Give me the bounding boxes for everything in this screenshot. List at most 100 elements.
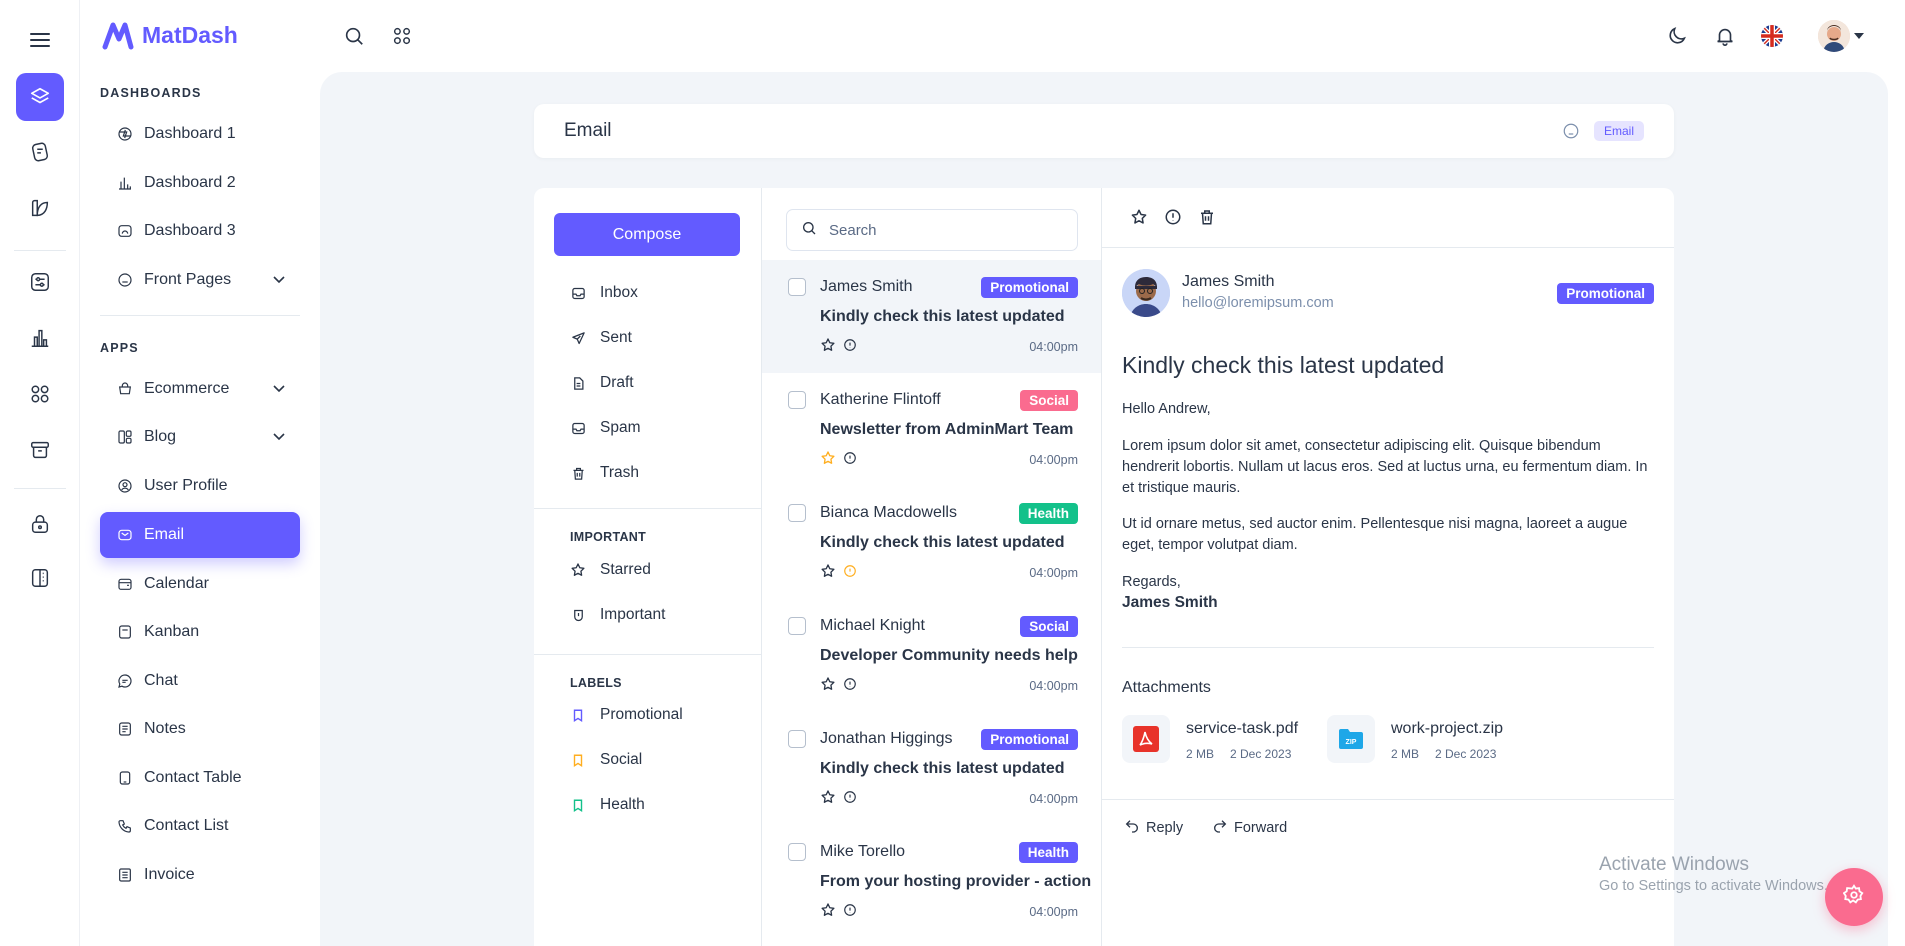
important-icon[interactable]: [843, 564, 857, 582]
sidebar-item-label: Dashboard 3: [144, 222, 236, 239]
archive-icon[interactable]: [16, 426, 64, 474]
list-item[interactable]: Mike Torello Health From your hosting pr…: [762, 825, 1101, 938]
reply-button[interactable]: Reply: [1124, 818, 1183, 838]
sidebar-item-blog[interactable]: Blog: [100, 414, 300, 460]
select-checkbox[interactable]: [788, 504, 806, 522]
attachments-title: Attachments: [1122, 679, 1211, 696]
app-logo[interactable]: MatDash: [102, 20, 238, 50]
sidebar-item-front-pages[interactable]: Front Pages: [100, 257, 300, 303]
select-checkbox[interactable]: [788, 391, 806, 409]
columns-icon[interactable]: [16, 554, 64, 602]
star-icon[interactable]: [1130, 208, 1148, 230]
sidebar-item-notes[interactable]: Notes: [100, 706, 300, 752]
important-icon[interactable]: [843, 677, 857, 695]
watermark-title: Activate Windows: [1599, 854, 1749, 875]
forward-label: Forward: [1234, 820, 1288, 836]
important-icon[interactable]: [843, 451, 857, 469]
bar-chart-icon[interactable]: [16, 314, 64, 362]
star-icon[interactable]: [820, 337, 836, 357]
folder-sent[interactable]: Sent: [570, 329, 632, 347]
sidebar-item-kanban[interactable]: Kanban: [100, 609, 300, 655]
svg-text:ZIP: ZIP: [1346, 739, 1357, 746]
settings-fab[interactable]: [1825, 868, 1883, 926]
sidebar-item-contact-table[interactable]: Contact Table: [100, 755, 300, 801]
trash-icon: [570, 465, 586, 481]
label-social[interactable]: Social: [570, 751, 642, 769]
important-icon[interactable]: [843, 790, 857, 808]
alert-circle-icon[interactable]: [1164, 208, 1182, 230]
labels-section-title: LABELS: [570, 676, 622, 690]
sidebar-item-user-profile[interactable]: User Profile: [100, 463, 300, 509]
sidebar-item-ecommerce[interactable]: Ecommerce: [100, 366, 300, 412]
list-item[interactable]: Bianca Macdowells Health Kindly check th…: [762, 486, 1101, 599]
sidebar-item-chat[interactable]: Chat: [100, 658, 300, 704]
home-icon[interactable]: [1562, 122, 1580, 144]
folder-label: Inbox: [600, 284, 638, 301]
sidebar-item-invoice[interactable]: Invoice: [100, 852, 300, 898]
search-icon[interactable]: [342, 24, 366, 48]
mail-time: 04:00pm: [1029, 340, 1078, 354]
apps-section-title: APPS: [100, 341, 139, 355]
leaf-icon[interactable]: [16, 184, 64, 232]
bell-icon[interactable]: [1713, 24, 1737, 48]
apps-grid-icon[interactable]: [390, 24, 414, 48]
bookmark-icon: [570, 752, 586, 768]
sidebar-item-label: Blog: [144, 428, 177, 445]
search-input[interactable]: [829, 221, 1059, 239]
moon-icon[interactable]: [1665, 24, 1689, 48]
sidebar-item-dashboard-2[interactable]: Dashboard 2: [100, 160, 300, 206]
list-item[interactable]: Michael Knight Social Developer Communit…: [762, 599, 1101, 712]
dashboards-section-title: DASHBOARDS: [100, 86, 202, 100]
folder-starred[interactable]: Starred: [570, 561, 651, 579]
user-avatar[interactable]: [1818, 20, 1850, 52]
sidebar-item-email[interactable]: Email: [100, 512, 300, 558]
folder-draft[interactable]: Draft: [570, 374, 634, 392]
sidebar-item-label: Chat: [144, 672, 178, 689]
sidebar-item-contact-list[interactable]: Contact List: [100, 803, 300, 849]
sidebar-item-calendar[interactable]: Calendar: [100, 561, 300, 607]
search-box[interactable]: [786, 209, 1078, 251]
label-health[interactable]: Health: [570, 796, 645, 814]
folder-label: Draft: [600, 374, 634, 391]
select-checkbox[interactable]: [788, 730, 806, 748]
icon-rail: [0, 0, 80, 946]
caret-down-icon[interactable]: [1853, 30, 1865, 42]
apps-icon[interactable]: [16, 370, 64, 418]
settings-sliders-icon[interactable]: [16, 258, 64, 306]
compose-button[interactable]: Compose: [554, 213, 740, 256]
notebook-icon[interactable]: [16, 128, 64, 176]
reading-pane: James Smith hello@loremipsum.com Promoti…: [1102, 188, 1674, 946]
important-icon[interactable]: [843, 338, 857, 356]
list-item[interactable]: Jonathan Higgings Promotional Kindly che…: [762, 712, 1101, 825]
folder-label: Important: [600, 606, 666, 623]
menu-toggle-icon[interactable]: [16, 16, 64, 64]
folder-inbox[interactable]: Inbox: [570, 284, 638, 302]
star-icon[interactable]: [820, 676, 836, 696]
important-icon[interactable]: [843, 903, 857, 921]
star-icon[interactable]: [820, 902, 836, 922]
folder-important[interactable]: Important: [570, 606, 665, 624]
layers-icon[interactable]: [16, 73, 64, 121]
forward-button[interactable]: Forward: [1212, 818, 1287, 838]
sidebar-item-dashboard-1[interactable]: Dashboard 1: [100, 111, 300, 157]
select-checkbox[interactable]: [788, 617, 806, 635]
uk-flag-icon[interactable]: [1761, 25, 1783, 47]
mail-time: 04:00pm: [1029, 679, 1078, 693]
label-promotional[interactable]: Promotional: [570, 706, 683, 724]
select-checkbox[interactable]: [788, 843, 806, 861]
folder-trash[interactable]: Trash: [570, 464, 639, 482]
star-icon[interactable]: [820, 563, 836, 583]
list-item[interactable]: Katherine Flintoff Social Newsletter fro…: [762, 373, 1101, 486]
mail-subject: Kindly check this latest updated: [820, 760, 1065, 777]
star-icon[interactable]: [820, 450, 836, 470]
select-checkbox[interactable]: [788, 278, 806, 296]
list-item[interactable]: James Smith Promotional Kindly check thi…: [762, 260, 1101, 373]
reading-toolbar: [1102, 188, 1674, 248]
mail-time: 04:00pm: [1029, 792, 1078, 806]
sidebar-item-dashboard-3[interactable]: Dashboard 3: [100, 208, 300, 254]
trash-icon[interactable]: [1198, 208, 1216, 230]
lock-icon[interactable]: [16, 500, 64, 548]
sender-avatar: [1122, 269, 1170, 317]
star-icon[interactable]: [820, 789, 836, 809]
folder-spam[interactable]: Spam: [570, 419, 641, 437]
